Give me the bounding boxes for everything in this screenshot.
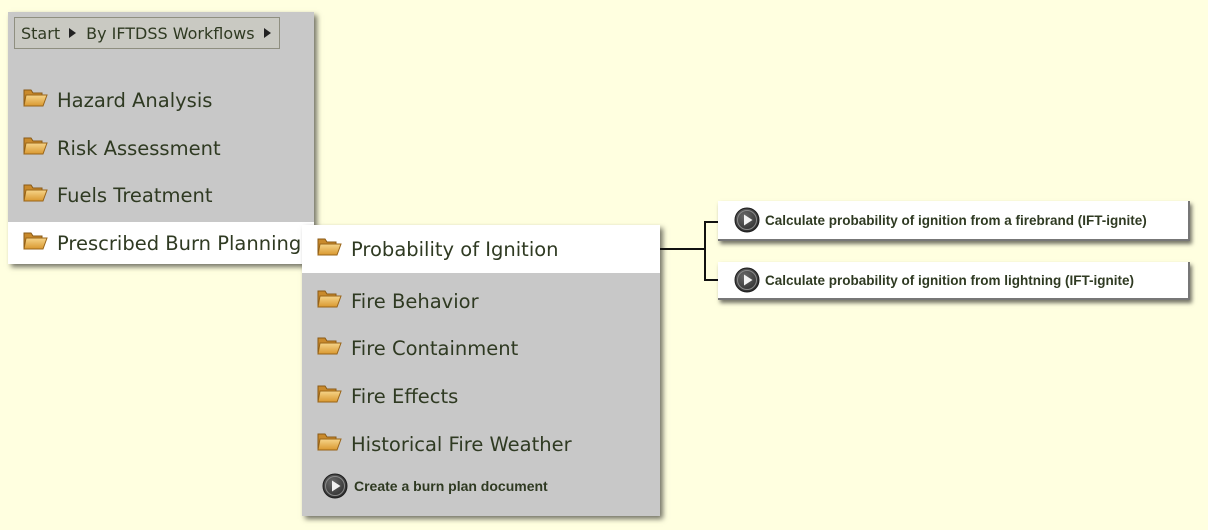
connector-line xyxy=(704,221,706,281)
action-label: Calculate probability of ignition from a… xyxy=(765,212,1147,228)
folder-open-icon xyxy=(23,87,48,108)
action-ignition-lightning[interactable]: Calculate probability of ignition from l… xyxy=(718,262,1190,300)
triangle-right-icon xyxy=(263,28,271,38)
breadcrumb-by-iftdss-workflows[interactable]: By IFTDSS Workflows xyxy=(86,24,254,43)
connector-line xyxy=(704,221,718,223)
submenu-panel: Probability of Ignition Fire Behavior Fi… xyxy=(302,225,660,516)
submenu-item-probability-of-ignition[interactable]: Probability of Ignition xyxy=(302,225,660,273)
submenu-item-label: Fire Behavior xyxy=(351,289,479,313)
folder-open-icon xyxy=(317,335,342,356)
breadcrumb: Start By IFTDSS Workflows xyxy=(14,17,280,49)
menu-item-hazard-analysis[interactable]: Hazard Analysis xyxy=(8,80,314,120)
submenu-item-fire-behavior[interactable]: Fire Behavior xyxy=(302,281,660,321)
submenu-item-label: Historical Fire Weather xyxy=(351,432,572,456)
submenu-item-fire-effects[interactable]: Fire Effects xyxy=(302,376,660,416)
create-burn-plan-button[interactable]: Create a burn plan document xyxy=(322,473,548,499)
folder-open-icon xyxy=(23,182,48,203)
submenu-item-fire-containment[interactable]: Fire Containment xyxy=(302,328,660,368)
menu-item-prescribed-burn-planning[interactable]: Prescribed Burn Planning xyxy=(8,222,314,264)
menu-item-label: Hazard Analysis xyxy=(57,88,213,112)
folder-open-icon xyxy=(317,431,342,452)
folder-open-icon xyxy=(317,288,342,309)
action-ignition-firebrand[interactable]: Calculate probability of ignition from a… xyxy=(718,201,1190,241)
play-circle-icon xyxy=(322,473,348,499)
action-label: Calculate probability of ignition from l… xyxy=(765,272,1134,288)
folder-open-icon xyxy=(317,383,342,404)
submenu-item-historical-fire-weather[interactable]: Historical Fire Weather xyxy=(302,424,660,464)
folder-open-icon xyxy=(23,230,48,251)
folder-open-icon xyxy=(23,135,48,156)
menu-item-label: Prescribed Burn Planning xyxy=(57,231,302,255)
connector-line xyxy=(660,248,705,250)
menu-item-label: Risk Assessment xyxy=(57,136,221,160)
play-circle-icon xyxy=(734,207,760,233)
workflow-menu-panel: Start By IFTDSS Workflows Hazard Analysi… xyxy=(8,12,314,264)
submenu-item-label: Probability of Ignition xyxy=(351,237,559,261)
submenu-item-label: Fire Containment xyxy=(351,336,519,360)
connector-line xyxy=(704,279,718,281)
menu-item-fuels-treatment[interactable]: Fuels Treatment xyxy=(8,175,314,215)
triangle-right-icon xyxy=(69,28,77,38)
create-burn-plan-label: Create a burn plan document xyxy=(354,478,548,494)
menu-item-label: Fuels Treatment xyxy=(57,183,213,207)
menu-item-risk-assessment[interactable]: Risk Assessment xyxy=(8,128,314,168)
submenu-item-label: Fire Effects xyxy=(351,384,459,408)
play-circle-icon xyxy=(734,267,760,293)
folder-open-icon xyxy=(317,236,342,257)
breadcrumb-start[interactable]: Start xyxy=(21,24,60,43)
